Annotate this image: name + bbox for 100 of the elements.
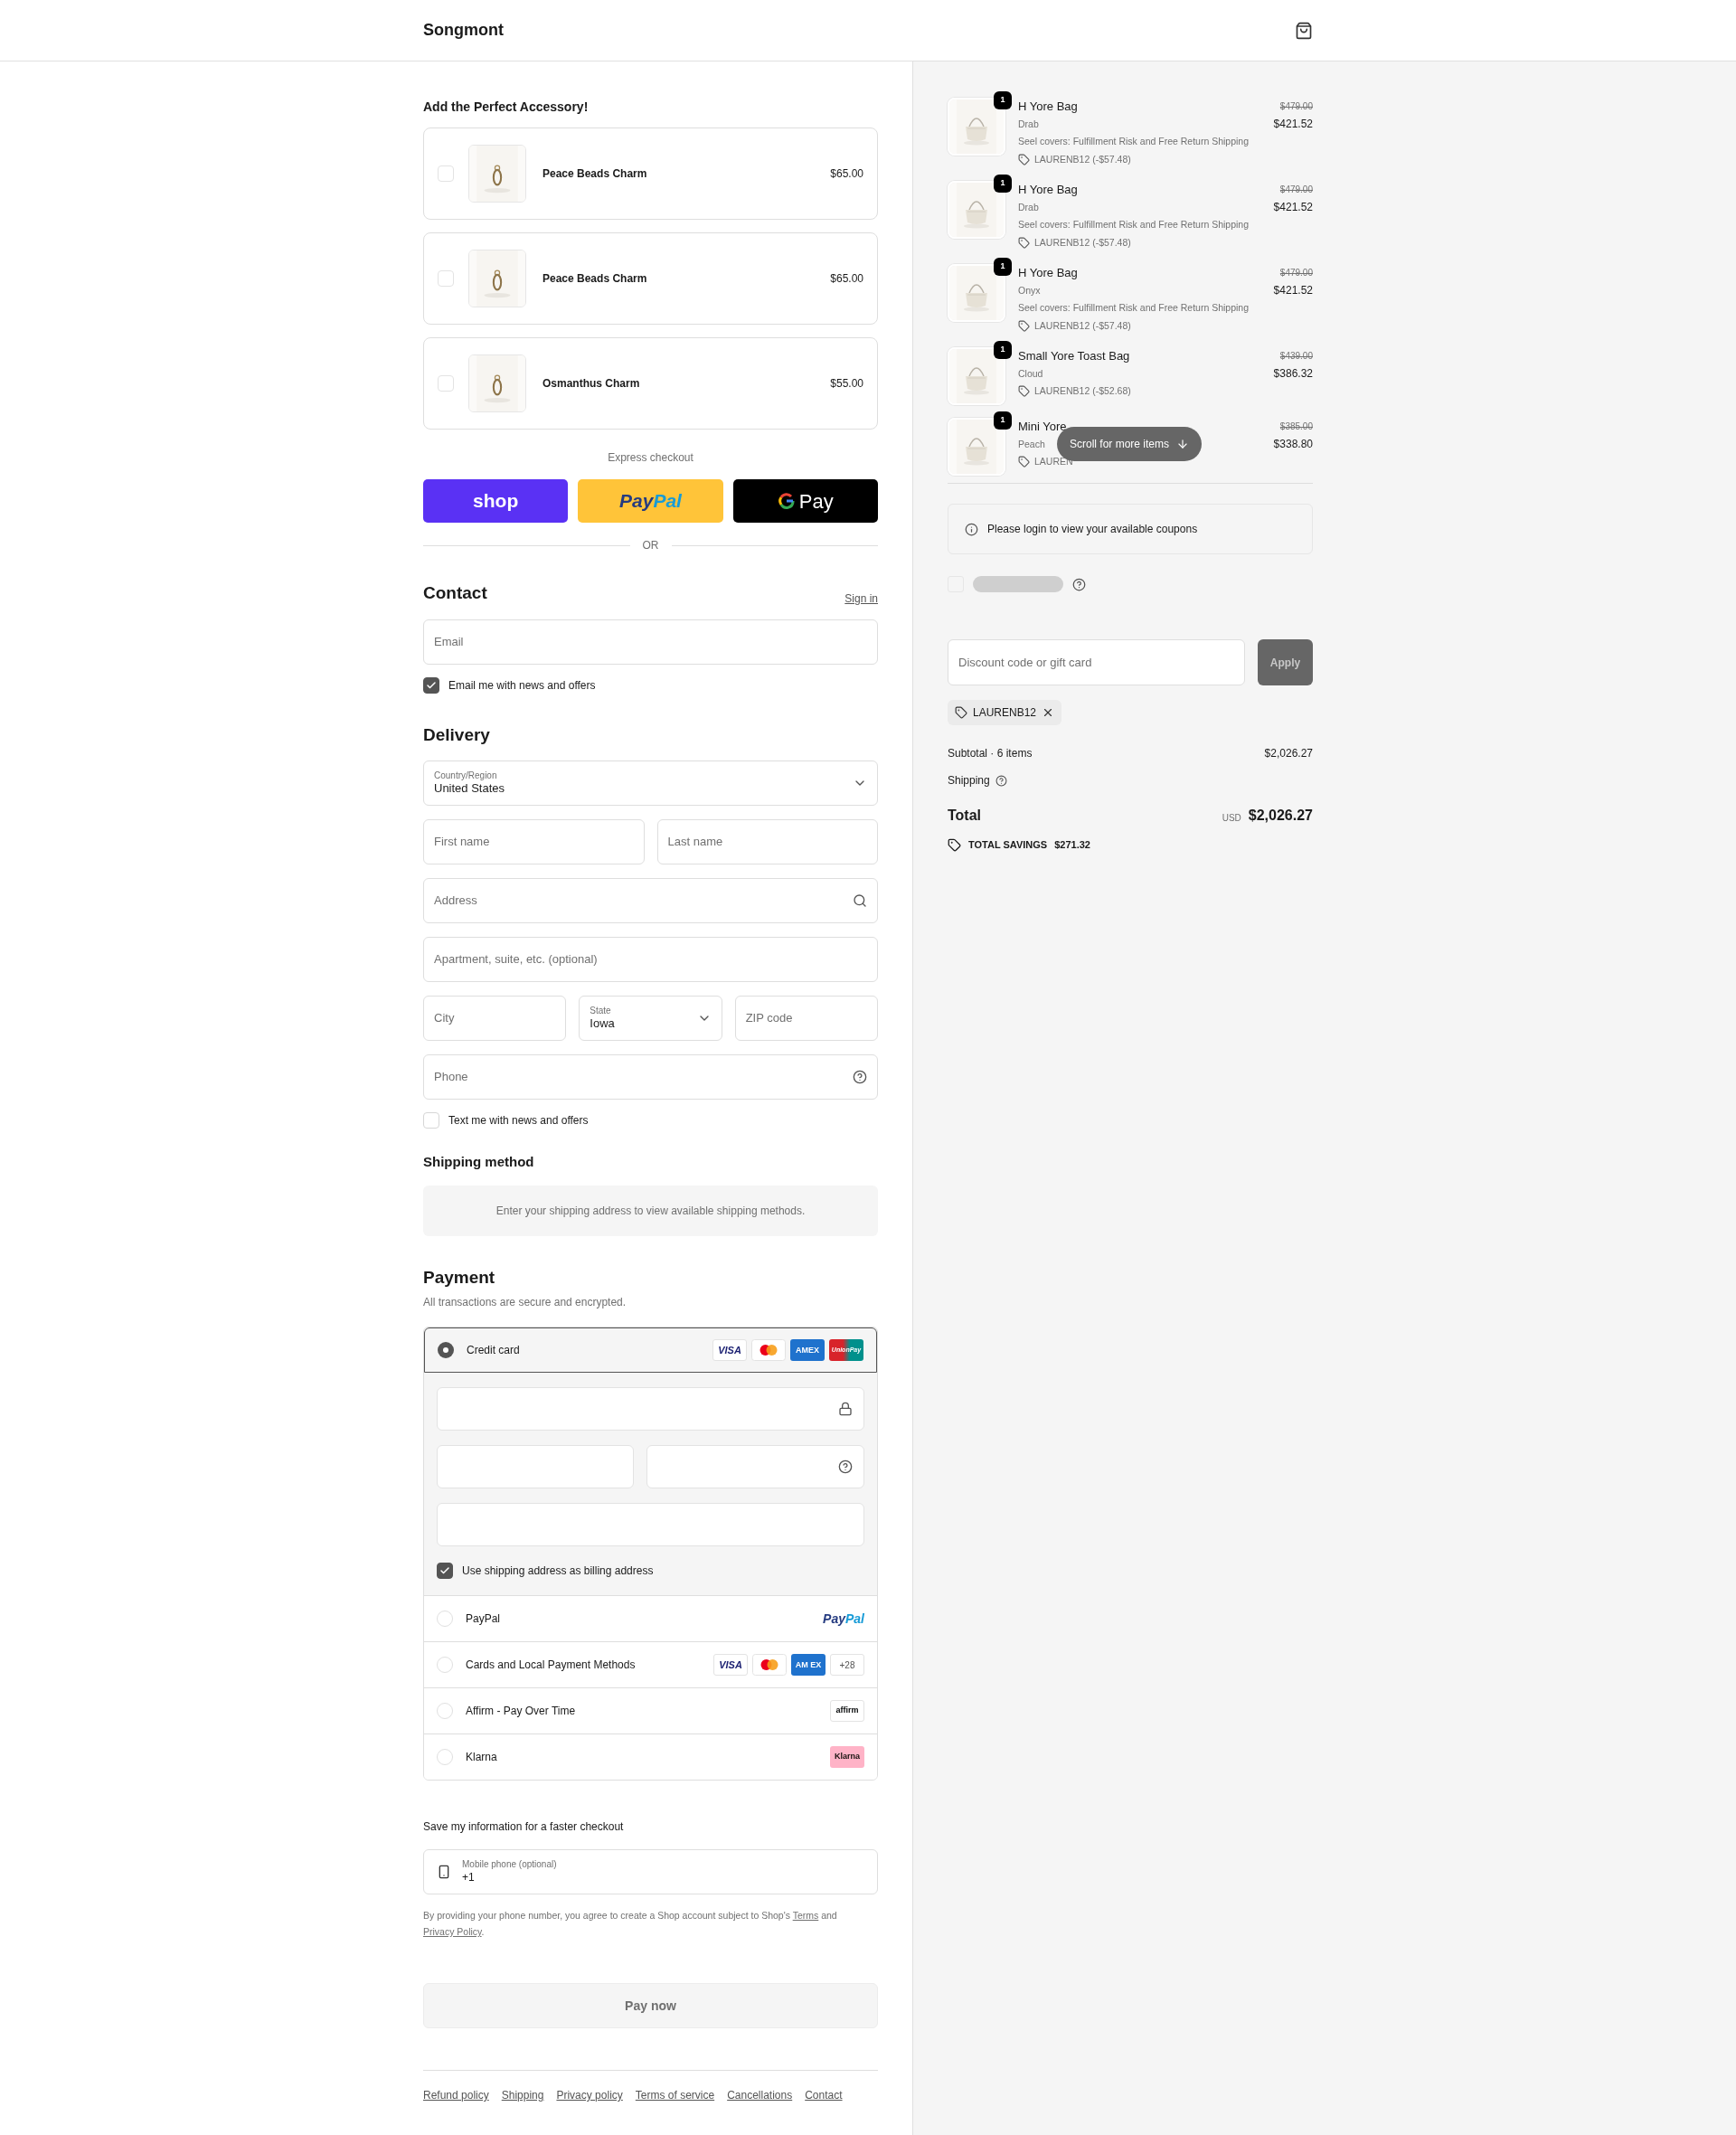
address-field[interactable]: Address [423, 878, 878, 923]
checkbox-label: Email me with news and offers [448, 677, 596, 694]
radio-button[interactable] [437, 1749, 453, 1765]
privacy-policy-link[interactable]: Privacy Policy [423, 1926, 482, 1937]
radio-button[interactable] [437, 1703, 453, 1719]
brand-logo[interactable]: Songmont [423, 18, 504, 43]
item-variant: Peach [1018, 437, 1045, 451]
product-name: Osmanthus Charm [542, 376, 641, 392]
save-info-heading: Save my information for a faster checkout [423, 1819, 625, 1835]
name-on-card-field[interactable] [437, 1503, 864, 1546]
mastercard-logo [752, 1654, 787, 1676]
apartment-field[interactable]: Apartment, suite, etc. (optional) [423, 937, 878, 982]
last-name-field[interactable]: Last name [656, 819, 878, 864]
tag-icon [1018, 319, 1030, 332]
upsell-title: Add the Perfect Accessory! [423, 99, 590, 116]
delivery-heading: Delivery [423, 723, 491, 746]
tag-icon [1018, 385, 1030, 398]
terms-link[interactable]: Terms [792, 1910, 819, 1921]
city-field[interactable]: City [423, 996, 567, 1041]
disclaimer-text: By providing your phone number, you agree to create a Shop account subject to Shop's Terms and Privacy Policy. [423, 1909, 838, 1939]
quantity-badge: 1 [994, 341, 1012, 359]
lock-icon [838, 1402, 853, 1416]
phone-field[interactable]: Phone [423, 1054, 878, 1100]
item-price: $386.32 [1273, 365, 1313, 382]
footer-link[interactable]: Terms of service [635, 2087, 715, 2103]
checkbox[interactable] [437, 1563, 453, 1579]
discount-code-field[interactable]: Discount code or gift card [948, 639, 1245, 685]
security-code-field[interactable] [646, 1445, 864, 1488]
product-price: $65.00 [830, 166, 863, 182]
item-variant: Drab [1018, 200, 1039, 214]
paypal-button[interactable]: PayPal [578, 479, 723, 523]
radio-button[interactable] [437, 1611, 453, 1627]
email-field[interactable]: Email [423, 619, 878, 665]
item-variant: Onyx [1018, 283, 1041, 298]
checkbox-label: Use shipping address as billing address [462, 1563, 654, 1579]
state-select[interactable]: State Iowa [579, 996, 722, 1041]
total-value: $2,026.27 [1248, 807, 1313, 825]
country-select[interactable]: Country/Region United States [423, 760, 878, 806]
footer-link[interactable]: Refund policy [423, 2087, 489, 2103]
footer-link[interactable]: Contact [805, 2087, 843, 2103]
paypal-logo: PayPal [823, 1610, 864, 1628]
original-price: $479.00 [1279, 267, 1313, 279]
card-number-field[interactable] [437, 1387, 864, 1431]
sign-in-link[interactable]: Sign in [844, 590, 878, 607]
footer-link[interactable]: Privacy policy [556, 2087, 623, 2103]
item-discount: LAURENB12 (-$57.48) [1034, 235, 1131, 250]
help-icon[interactable] [995, 774, 1007, 787]
currency-code: USD [1222, 812, 1241, 825]
radio-button[interactable] [437, 1657, 453, 1673]
or-divider-text: OR [642, 538, 659, 553]
amex-logo: AMEX [790, 1339, 825, 1361]
info-icon [965, 522, 978, 536]
item-price: $421.52 [1273, 199, 1313, 215]
tag-icon [1018, 236, 1030, 249]
quantity-badge: 1 [994, 411, 1012, 430]
affirm-logo: affirm [830, 1700, 864, 1722]
help-icon[interactable] [1072, 577, 1086, 591]
search-icon [853, 893, 867, 908]
footer-link[interactable]: Shipping [501, 2087, 544, 2103]
express-checkout-label: Express checkout [608, 450, 693, 466]
mobile-phone-field[interactable]: Mobile phone (optional) +1 [423, 1849, 878, 1894]
item-price: $421.52 [1273, 282, 1313, 298]
payment-heading: Payment [423, 1266, 496, 1289]
tag-icon [955, 706, 967, 719]
item-name: Small Yore Toast Bag [1018, 348, 1130, 364]
item-note: Seel covers: Fulfillment Risk and Free Return Shipping [1018, 301, 1250, 315]
klarna-logo: Klarna [830, 1746, 864, 1768]
original-price: $385.00 [1279, 420, 1313, 433]
subtotal-value: $2,026.27 [1264, 746, 1313, 761]
checkbox[interactable] [423, 676, 439, 694]
check-icon [426, 679, 437, 691]
shop-pay-button[interactable]: shop [423, 479, 569, 523]
quantity-badge: 1 [994, 91, 1012, 109]
help-icon[interactable] [838, 1460, 853, 1474]
product-name: Peace Beads Charm [542, 166, 648, 182]
item-note: Seel covers: Fulfillment Risk and Free Return Shipping [1018, 135, 1250, 148]
help-icon[interactable] [853, 1070, 867, 1084]
shipping-label: Shipping [948, 773, 990, 789]
item-discount: LAURENB12 (-$57.48) [1034, 318, 1131, 333]
more-cards-badge: +28 [830, 1654, 864, 1676]
check-icon [439, 1565, 450, 1576]
contact-heading: Contact [423, 582, 487, 604]
payment-option-label: Affirm - Pay Over Time [466, 1704, 577, 1719]
item-name: H Yore Bag [1018, 265, 1078, 281]
item-variant: Cloud [1018, 366, 1043, 381]
pay-now-button[interactable]: Pay now [423, 1983, 878, 2028]
radio-button[interactable] [438, 1342, 454, 1358]
original-price: $479.00 [1279, 184, 1313, 196]
tag-icon [1018, 456, 1030, 468]
first-name-field[interactable]: First name [423, 819, 645, 864]
expiration-date-field[interactable] [437, 1445, 634, 1488]
item-variant: Drab [1018, 117, 1039, 131]
item-note: Seel covers: Fulfillment Risk and Free Return Shipping [1018, 218, 1250, 231]
footer-link[interactable]: Cancellations [727, 2087, 793, 2103]
google-pay-button[interactable]: Pay [732, 479, 878, 523]
phone-icon [437, 1865, 451, 1879]
item-discount: LAURENB12 (-$52.68) [1034, 384, 1131, 398]
shopping-bag-icon[interactable] [1295, 21, 1313, 40]
zip-code-field[interactable]: ZIP code [734, 996, 878, 1041]
payment-subtitle: All transactions are secure and encrypted. [423, 1295, 627, 1310]
